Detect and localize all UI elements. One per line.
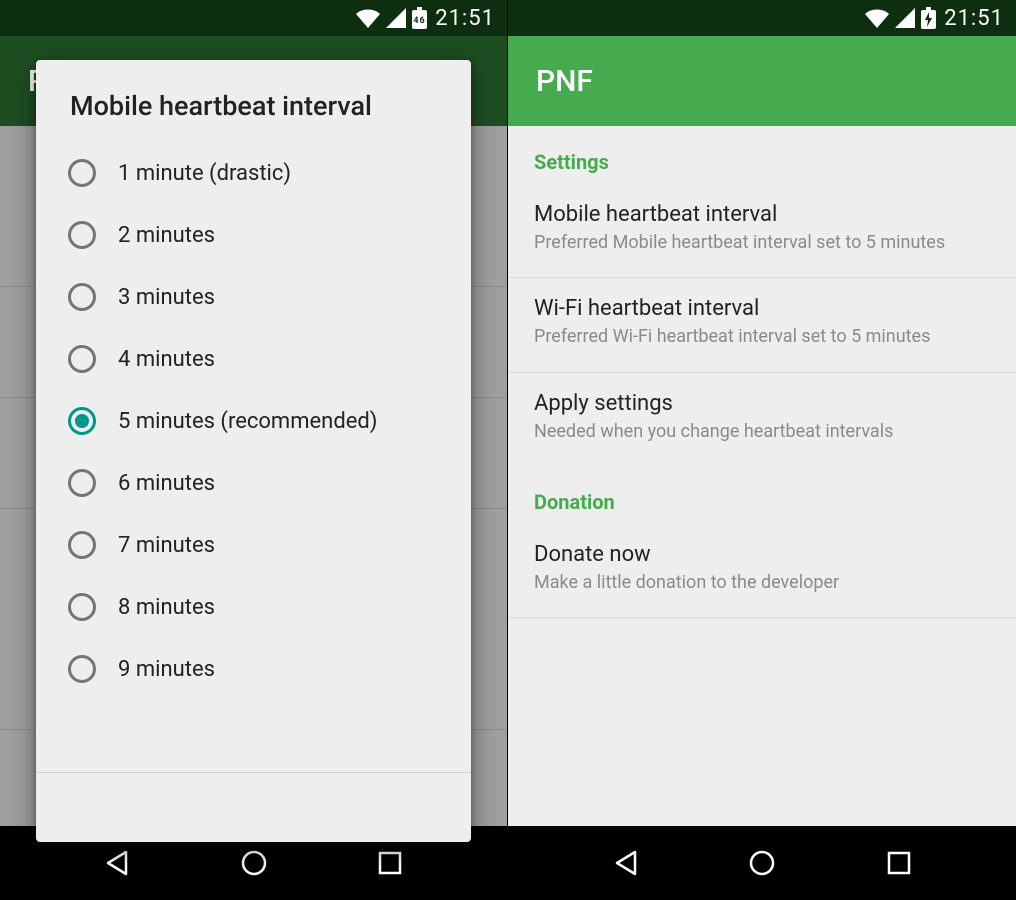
setting-title: Apply settings bbox=[534, 391, 990, 416]
status-clock: 21:51 bbox=[944, 6, 1004, 31]
radio-option[interactable]: 1 minute (drastic) bbox=[36, 142, 471, 204]
app-title: PNF bbox=[536, 64, 593, 99]
setting-subtitle: Preferred Wi-Fi heartbeat interval set t… bbox=[534, 325, 990, 349]
radio-option[interactable]: 9 minutes bbox=[36, 638, 471, 700]
radio-icon bbox=[68, 345, 96, 373]
setting-title: Donate now bbox=[534, 542, 990, 567]
status-icons: 46 bbox=[356, 7, 427, 29]
phone-right: 21:51 PNF Settings Mobile heartbeat inte… bbox=[508, 0, 1016, 900]
battery-icon: 46 bbox=[412, 7, 427, 29]
radio-label: 9 minutes bbox=[118, 657, 215, 682]
radio-label: 5 minutes (recommended) bbox=[118, 409, 377, 434]
app-bar: PNF bbox=[508, 36, 1016, 126]
radio-option[interactable]: 3 minutes bbox=[36, 266, 471, 328]
radio-icon bbox=[68, 531, 96, 559]
status-bar: 46 21:51 bbox=[0, 0, 507, 36]
radio-label: 6 minutes bbox=[118, 471, 215, 496]
nav-back-button[interactable] bbox=[98, 844, 136, 882]
dialog-heartbeat-interval: Mobile heartbeat interval 1 minute (dras… bbox=[36, 60, 471, 842]
nav-home-button[interactable] bbox=[235, 844, 273, 882]
phone-left: 46 21:51 P Mobile heartbeat interval 1 m… bbox=[0, 0, 508, 900]
radio-label: 4 minutes bbox=[118, 347, 215, 372]
radio-icon bbox=[68, 221, 96, 249]
status-bar: 21:51 bbox=[508, 0, 1016, 36]
setting-mobile-heartbeat[interactable]: Mobile heartbeat interval Preferred Mobi… bbox=[508, 184, 1016, 278]
setting-subtitle: Needed when you change heartbeat interva… bbox=[534, 420, 990, 444]
nav-recent-button[interactable] bbox=[880, 844, 918, 882]
dialog-footer bbox=[36, 772, 471, 842]
radio-icon bbox=[68, 407, 96, 435]
status-icons bbox=[865, 7, 936, 29]
setting-apply[interactable]: Apply settings Needed when you change he… bbox=[508, 373, 1016, 466]
radio-option[interactable]: 5 minutes (recommended) bbox=[36, 390, 471, 452]
setting-donate[interactable]: Donate now Make a little donation to the… bbox=[508, 524, 1016, 618]
setting-subtitle: Preferred Mobile heartbeat interval set … bbox=[534, 231, 990, 255]
nav-recent-button[interactable] bbox=[371, 844, 409, 882]
radio-label: 3 minutes bbox=[118, 285, 215, 310]
battery-charging-icon bbox=[921, 7, 936, 29]
radio-icon bbox=[68, 159, 96, 187]
radio-option[interactable]: 6 minutes bbox=[36, 452, 471, 514]
status-clock: 21:51 bbox=[435, 6, 495, 31]
radio-option[interactable]: 8 minutes bbox=[36, 576, 471, 638]
radio-label: 2 minutes bbox=[118, 223, 215, 248]
radio-label: 7 minutes bbox=[118, 533, 215, 558]
wifi-icon bbox=[356, 8, 380, 28]
setting-subtitle: Make a little donation to the developer bbox=[534, 571, 990, 595]
radio-option[interactable]: 7 minutes bbox=[36, 514, 471, 576]
setting-title: Mobile heartbeat interval bbox=[534, 202, 990, 227]
radio-label: 8 minutes bbox=[118, 595, 215, 620]
radio-option[interactable]: 4 minutes bbox=[36, 328, 471, 390]
radio-icon bbox=[68, 655, 96, 683]
android-nav-bar bbox=[508, 826, 1016, 900]
dialog-option-list[interactable]: 1 minute (drastic) 2 minutes 3 minutes 4 mi… bbox=[36, 142, 471, 772]
radio-option[interactable]: 2 minutes bbox=[36, 204, 471, 266]
dialog-title: Mobile heartbeat interval bbox=[36, 60, 471, 142]
nav-home-button[interactable] bbox=[743, 844, 781, 882]
setting-wifi-heartbeat[interactable]: Wi-Fi heartbeat interval Preferred Wi-Fi… bbox=[508, 278, 1016, 372]
radio-icon bbox=[68, 283, 96, 311]
settings-page-body[interactable]: Settings Mobile heartbeat interval Prefe… bbox=[508, 126, 1016, 826]
cell-signal-icon bbox=[895, 8, 915, 28]
svg-text:46: 46 bbox=[414, 16, 426, 26]
section-header-settings: Settings bbox=[508, 126, 1016, 184]
section-header-donation: Donation bbox=[508, 466, 1016, 524]
cell-signal-icon bbox=[386, 8, 406, 28]
radio-icon bbox=[68, 593, 96, 621]
setting-title: Wi-Fi heartbeat interval bbox=[534, 296, 990, 321]
wifi-icon bbox=[865, 8, 889, 28]
nav-back-button[interactable] bbox=[607, 844, 645, 882]
radio-icon bbox=[68, 469, 96, 497]
radio-label: 1 minute (drastic) bbox=[118, 161, 291, 186]
